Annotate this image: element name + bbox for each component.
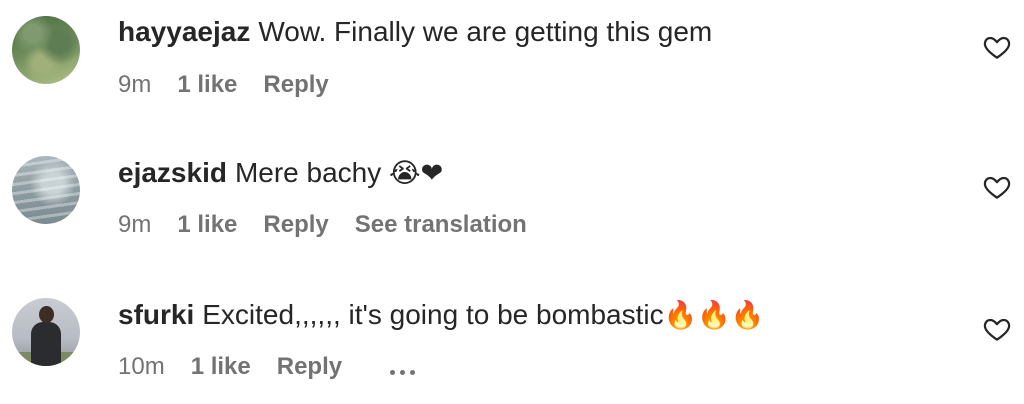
heart-outline-icon[interactable]	[982, 172, 1012, 202]
comment-item: hayyaejaz Wow. Finally we are getting thi…	[0, 0, 1024, 120]
avatar-person-head	[39, 306, 54, 323]
heart-outline-icon[interactable]	[982, 32, 1012, 62]
username[interactable]: sfurki	[118, 299, 194, 330]
reply-button[interactable]: Reply	[277, 353, 342, 380]
likes-count[interactable]: 1 like	[191, 353, 251, 380]
likes-count[interactable]: 1 like	[177, 211, 237, 238]
likes-count[interactable]: 1 like	[177, 71, 237, 98]
reply-button[interactable]: Reply	[263, 71, 328, 98]
heart-outline-icon[interactable]	[982, 314, 1012, 344]
emoji-sequence: 🔥🔥🔥	[663, 300, 765, 331]
comment-content: hayyaejaz Wow. Finally we are getting thi…	[118, 15, 712, 49]
username[interactable]: ejazskid	[118, 157, 227, 188]
comment-meta: 10m 1 like Reply	[118, 352, 420, 383]
comment-item: sfurki Excited,,,,,, it's going to be bom…	[0, 280, 1024, 400]
comment-meta: 9m 1 like Reply See translation	[118, 210, 553, 240]
more-options-icon[interactable]	[390, 353, 420, 383]
comment-content: ejazskid Mere bachy 😭❤	[118, 156, 443, 191]
comment-text: Excited,,,,,, it's going to be bombastic	[202, 299, 664, 330]
avatar[interactable]	[12, 298, 80, 366]
username[interactable]: hayyaejaz	[118, 16, 250, 47]
avatar[interactable]	[12, 16, 80, 84]
timestamp: 9m	[118, 71, 152, 98]
timestamp: 10m	[118, 353, 165, 380]
comment-text: Mere bachy	[234, 157, 382, 188]
avatar-person-body	[31, 322, 61, 366]
dot	[400, 369, 406, 375]
avatar[interactable]	[12, 156, 80, 224]
see-translation-button[interactable]: See translation	[355, 211, 527, 238]
comment-content: sfurki Excited,,,,,, it's going to be bom…	[118, 298, 764, 333]
reply-button[interactable]: Reply	[263, 211, 328, 238]
dot	[410, 369, 416, 375]
comment-text: Wow. Finally we are getting this gem	[258, 16, 713, 47]
dot	[390, 369, 396, 375]
timestamp: 9m	[118, 211, 152, 238]
comment-item: ejazskid Mere bachy 😭❤ 9m 1 like Reply See t…	[0, 140, 1024, 260]
emoji-sequence: 😭❤	[389, 158, 444, 189]
comment-meta: 9m 1 like Reply	[118, 70, 355, 100]
